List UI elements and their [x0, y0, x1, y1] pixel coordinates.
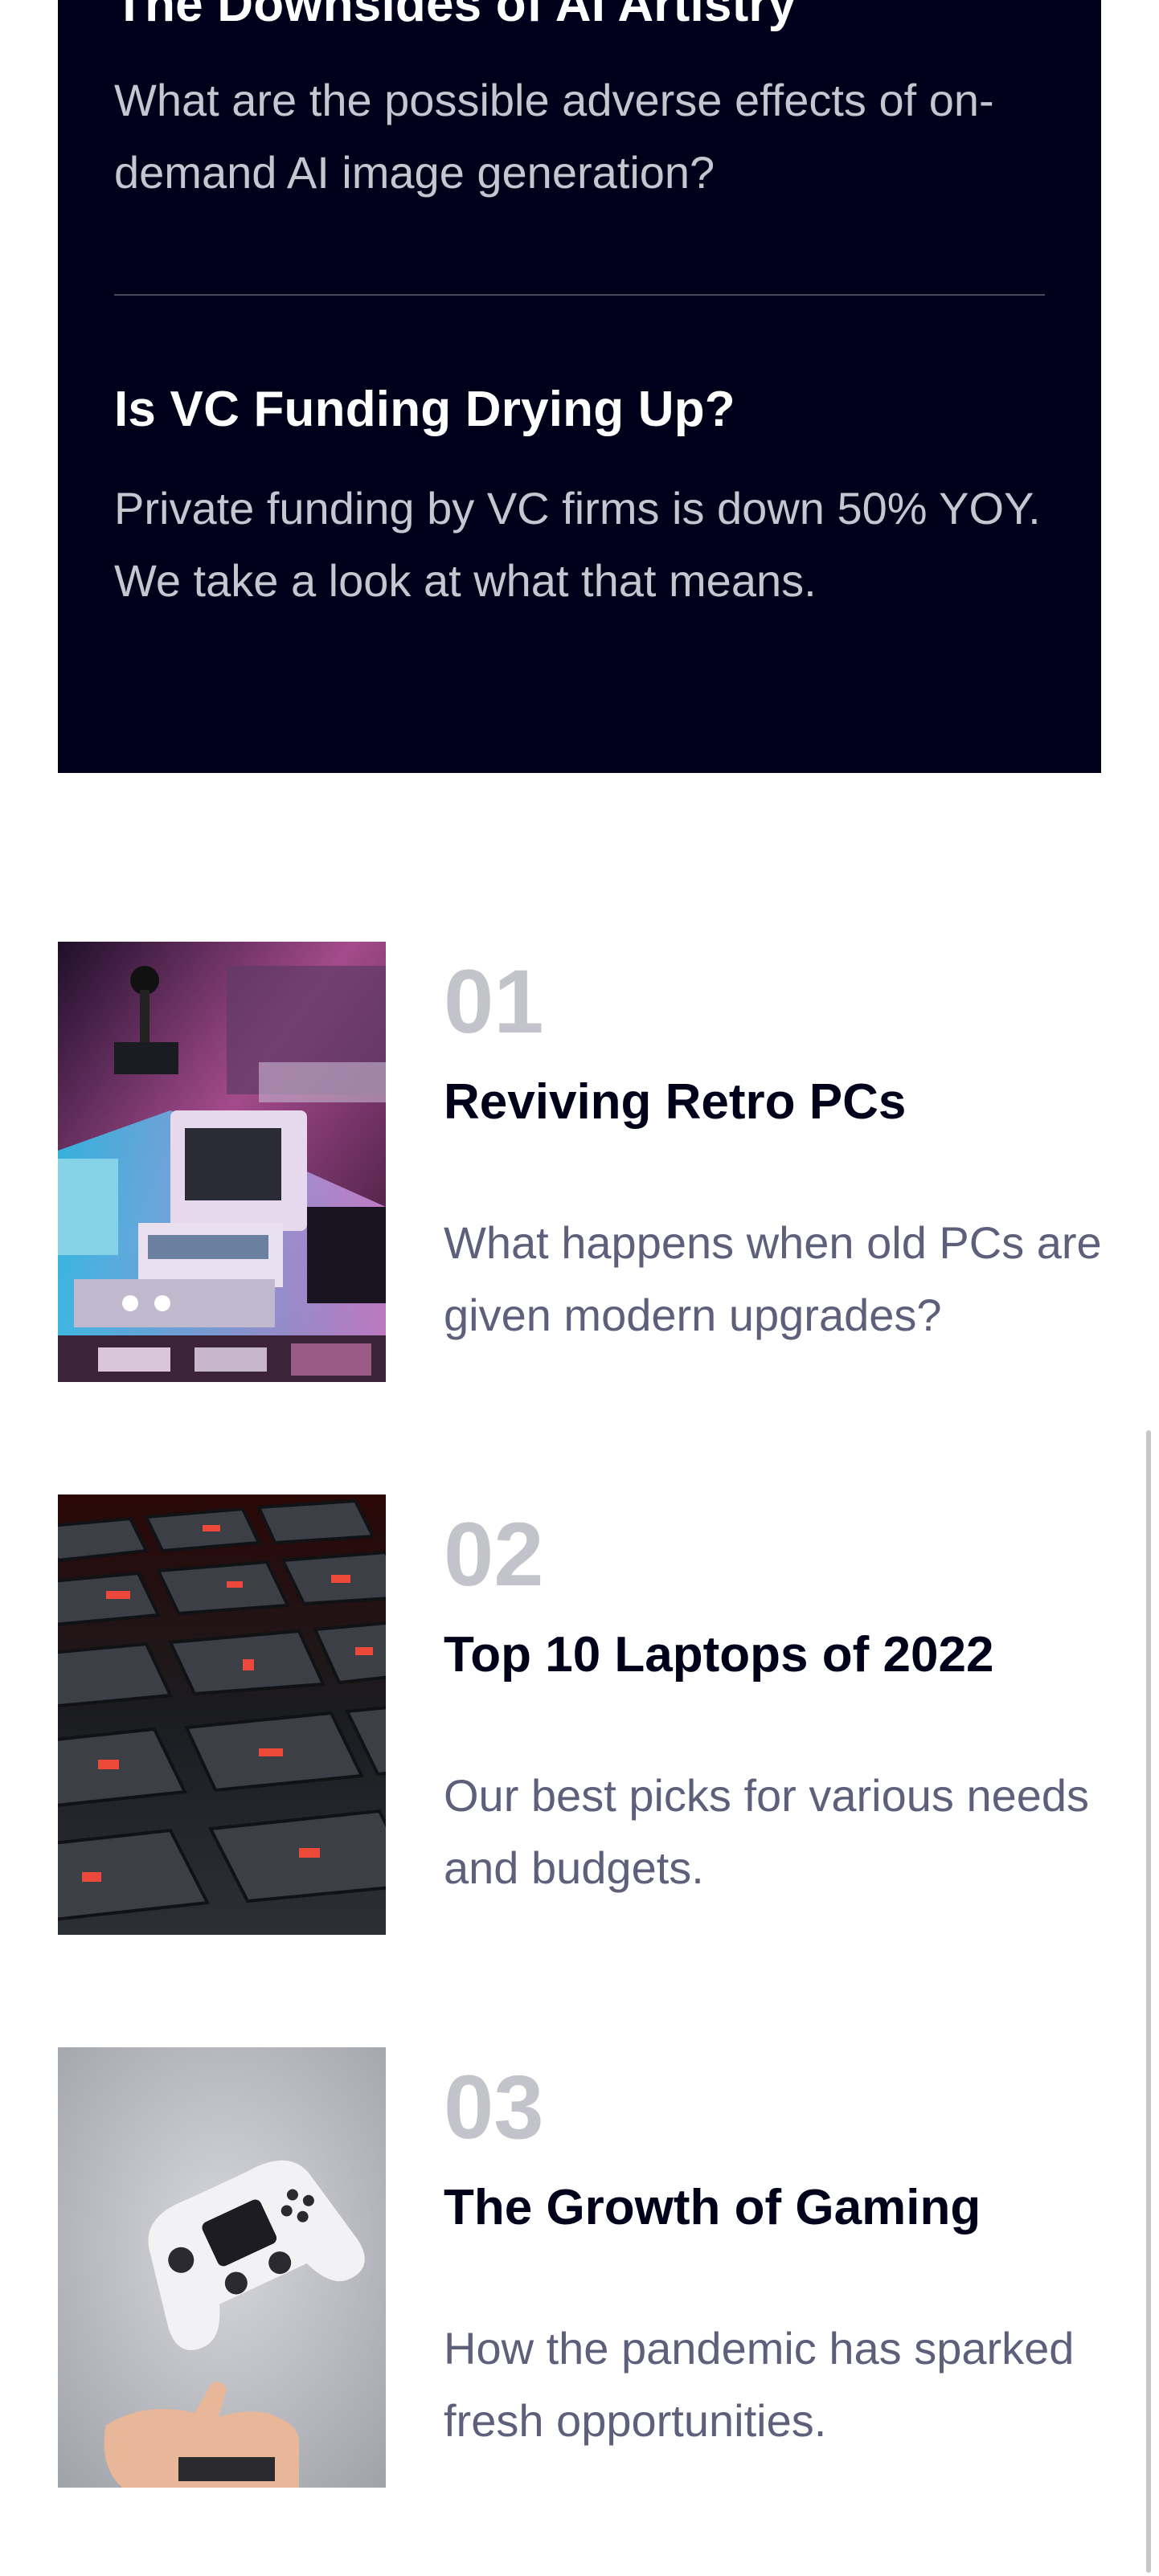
article-number: 01 [444, 951, 544, 1052]
article-card[interactable]: 01 Reviving Retro PCs What happens when … [58, 942, 1102, 1384]
article-card[interactable]: 02 Top 10 Laptops of 2022 Our best picks… [58, 1494, 1101, 1936]
article-title[interactable]: The Growth of Gaming [444, 2176, 981, 2240]
article-title[interactable]: Reviving Retro PCs [444, 1070, 906, 1135]
laptop-keyboard-image[interactable] [58, 1494, 386, 1935]
article-title[interactable]: Top 10 Laptops of 2022 [444, 1623, 993, 1687]
article-description: How the pandemic has sparked fresh oppor… [444, 2323, 1075, 2446]
featured-divider [114, 294, 1045, 296]
featured-description-2: Private funding by VC firms is down 50% … [114, 483, 1041, 606]
article-description: What happens when old PCs are given mode… [444, 1217, 1102, 1340]
article-number: 02 [444, 1504, 544, 1605]
featured-panel: The Downsides of AI Artistry What are th… [58, 0, 1101, 773]
retro-pc-image[interactable] [58, 942, 386, 1382]
featured-title-1[interactable]: The Downsides of AI Artistry [114, 0, 796, 37]
featured-title-2[interactable]: Is VC Funding Drying Up? [114, 378, 735, 442]
article-number: 03 [444, 2057, 544, 2157]
game-controller-image[interactable] [58, 2047, 386, 2488]
featured-description-1: What are the possible adverse effects of… [114, 75, 994, 198]
article-card[interactable]: 03 The Growth of Gaming How the pandemic… [58, 2047, 1101, 2489]
article-description: Our best picks for various needs and bud… [444, 1770, 1090, 1893]
scrollbar[interactable] [1146, 1430, 1151, 2573]
